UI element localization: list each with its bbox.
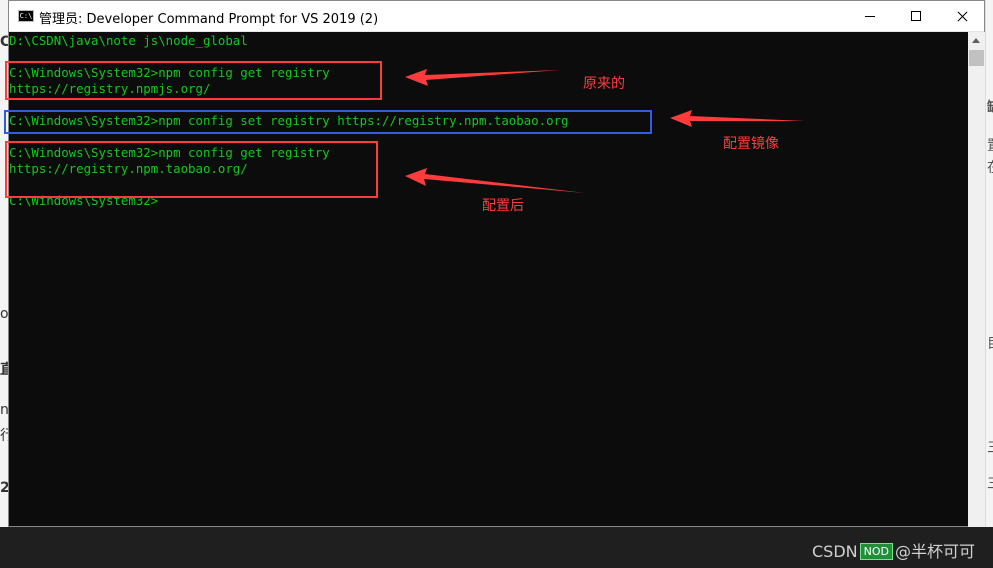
annotation-label-original: 原来的 [583, 76, 625, 92]
annotation-label-set-mirror: 配置镜像 [723, 136, 779, 152]
annotation-arrows [405, 69, 805, 193]
annotation-label-after: 配置后 [482, 198, 524, 214]
arrow-after [405, 168, 585, 193]
arrow-original [405, 69, 560, 86]
arrow-set-mirror [670, 110, 805, 127]
